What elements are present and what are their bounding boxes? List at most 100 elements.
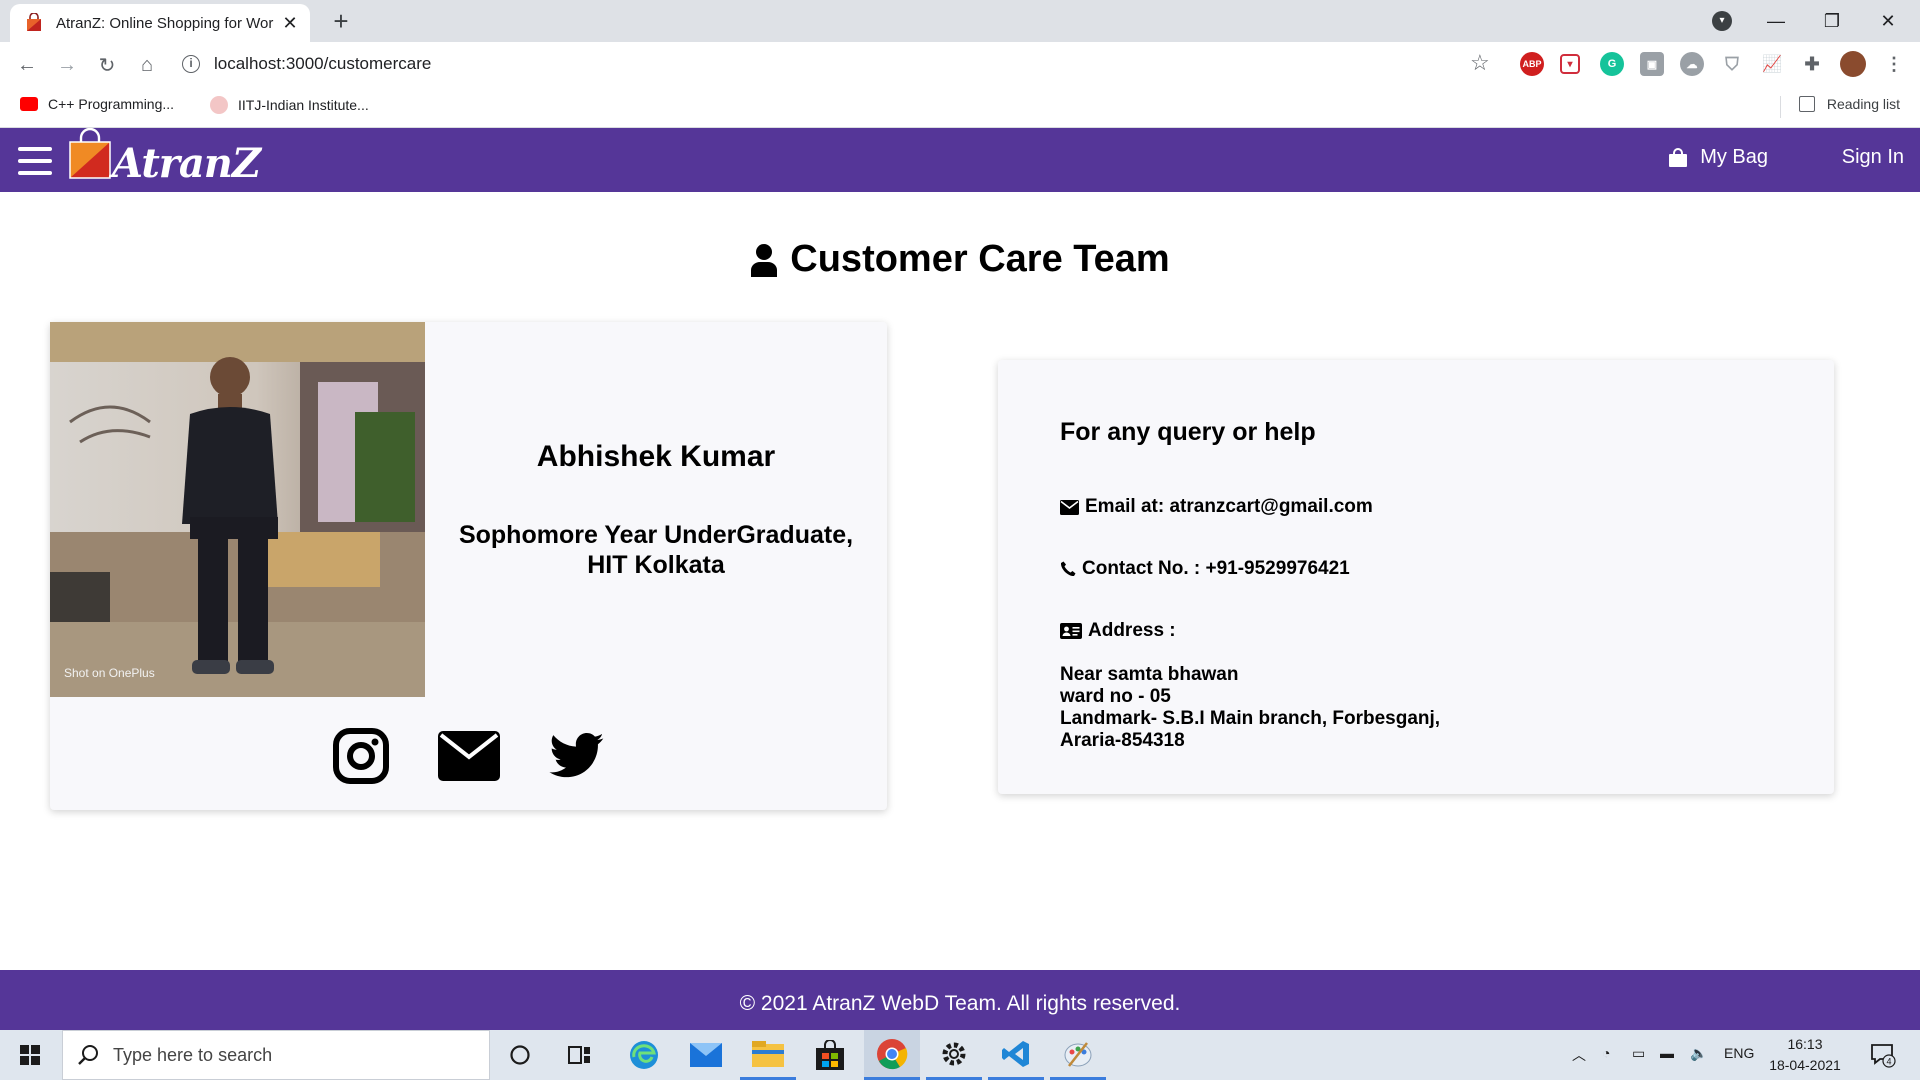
address-line: ward no - 05 xyxy=(1060,686,1171,707)
page-title: Customer Care Team xyxy=(0,238,1920,281)
shopping-bag-logo-icon[interactable] xyxy=(68,128,112,180)
extension-icon[interactable]: ▣ xyxy=(1640,52,1664,76)
back-arrow-icon[interactable]: ← xyxy=(12,50,42,80)
reading-list-label: Reading list xyxy=(1826,96,1900,112)
browser-tab[interactable]: AtranZ: Online Shopping for Wor ✕ xyxy=(10,4,310,42)
url-text[interactable]: localhost:3000/customercare xyxy=(214,54,431,74)
bag-icon xyxy=(1669,147,1688,167)
chart-icon[interactable]: 📈 xyxy=(1760,52,1784,76)
bookmark-label: IITJ-Indian Institute... xyxy=(238,97,369,113)
shield-icon[interactable]: ⛉ xyxy=(1720,52,1744,76)
reading-list-button[interactable]: Reading list xyxy=(1798,96,1900,112)
show-hidden-icons-icon[interactable]: ︿ xyxy=(1572,1045,1586,1065)
sign-in-link[interactable]: Sign In xyxy=(1842,146,1904,169)
windows-taskbar: Type here to search ︿ ◔ ▭ ▬ 🔈 ENG 16:13 … xyxy=(0,1030,1920,1080)
phone-line: Contact No. : +91-9529976421 xyxy=(1060,558,1350,580)
notification-center-icon[interactable]: 4 xyxy=(1870,1042,1896,1071)
abp-icon[interactable]: ABP xyxy=(1520,52,1544,76)
taskbar-search-box[interactable]: Type here to search xyxy=(62,1030,490,1080)
member-role-line: Sophomore Year UnderGraduate, xyxy=(458,521,854,549)
clock-time: 16:13 xyxy=(1787,1036,1823,1052)
paint-app-icon[interactable] xyxy=(1050,1030,1106,1080)
address-line: Near samta bhawan xyxy=(1060,664,1239,685)
clock-date: 18-04-2021 xyxy=(1769,1057,1841,1073)
contact-heading: For any query or help xyxy=(1060,418,1316,446)
site-info-icon[interactable]: i xyxy=(182,55,200,73)
address-label: Address : xyxy=(1088,620,1176,641)
address-line: Landmark- S.B.I Main branch, Forbesganj, xyxy=(1060,708,1441,729)
search-icon xyxy=(78,1045,98,1065)
grammarly-icon[interactable]: G xyxy=(1600,52,1624,76)
cloud-icon[interactable]: ☁ xyxy=(1680,52,1704,76)
my-bag-button[interactable]: My Bag xyxy=(1668,146,1768,169)
store-icon[interactable] xyxy=(802,1030,858,1080)
phone-icon xyxy=(1060,561,1076,577)
member-institute-line: HIT Kolkata xyxy=(587,551,725,579)
avatar[interactable] xyxy=(1840,51,1866,77)
forward-arrow-icon[interactable]: → xyxy=(52,50,82,80)
network-wifi-icon[interactable]: ◔ xyxy=(1602,1045,1610,1061)
search-placeholder: Type here to search xyxy=(113,1044,273,1065)
bookmark-iitj[interactable]: IITJ-Indian Institute... xyxy=(210,96,369,114)
vscode-icon[interactable] xyxy=(988,1030,1044,1080)
member-name: Abhishek Kumar xyxy=(536,440,776,473)
cortana-icon[interactable] xyxy=(492,1030,548,1080)
close-window-button[interactable]: ✕ xyxy=(1860,0,1916,42)
puzzle-icon[interactable]: ✚ xyxy=(1800,52,1824,76)
pocket-icon[interactable]: ▾ xyxy=(1560,54,1580,74)
language-indicator[interactable]: ENG xyxy=(1724,1045,1754,1061)
social-links xyxy=(50,728,887,784)
more-menu-icon[interactable]: ⋮ xyxy=(1882,52,1906,76)
minimize-button[interactable]: — xyxy=(1748,0,1804,42)
omnibox[interactable]: i localhost:3000/customercare xyxy=(182,50,431,78)
phone-text: Contact No. : +91-9529976421 xyxy=(1082,558,1350,579)
photo-watermark: Shot on OnePlus xyxy=(64,666,155,680)
twitter-icon[interactable] xyxy=(546,728,608,784)
email-icon[interactable] xyxy=(437,728,500,784)
member-photo: Shot on OnePlus xyxy=(50,322,425,697)
mail-icon[interactable] xyxy=(678,1030,734,1080)
address-label-line: Address : xyxy=(1060,620,1176,642)
system-clock[interactable]: 16:13 18-04-2021 xyxy=(1760,1034,1850,1076)
shopping-bag-favicon-icon xyxy=(27,13,41,31)
file-explorer-icon[interactable] xyxy=(740,1030,796,1080)
address-line: Araria-854318 xyxy=(1060,730,1185,751)
bookmark-star-icon[interactable]: ☆ xyxy=(1470,50,1490,76)
tab-search-icon[interactable]: ▾ xyxy=(1712,11,1732,31)
brand-logo-text[interactable]: AtranZ xyxy=(112,140,261,187)
home-icon[interactable]: ⌂ xyxy=(132,50,162,80)
iitj-logo-icon xyxy=(210,96,228,114)
tab-title: AtranZ: Online Shopping for Wor xyxy=(56,14,274,32)
windows-start-icon[interactable] xyxy=(20,1045,40,1065)
reload-icon[interactable]: ↻ xyxy=(92,50,122,80)
email-line: Email at: atranzcart@gmail.com xyxy=(1060,496,1373,518)
bookmark-cpp[interactable]: C++ Programming... xyxy=(20,96,174,112)
settings-gear-icon[interactable] xyxy=(926,1030,982,1080)
instagram-icon[interactable] xyxy=(330,728,392,784)
email-text[interactable]: Email at: atranzcart@gmail.com xyxy=(1085,496,1373,518)
onedrive-icon[interactable]: ▭ xyxy=(1632,1045,1645,1062)
reading-list-icon xyxy=(1798,96,1815,112)
contact-card: For any query or help Email at: atranzca… xyxy=(998,360,1834,794)
team-member-card: Shot on OnePlus Abhishek Kumar Sophomore… xyxy=(50,322,887,810)
battery-icon[interactable]: ▬ xyxy=(1660,1045,1674,1061)
bookmark-divider xyxy=(1780,96,1781,118)
bookmark-label: C++ Programming... xyxy=(48,96,175,112)
address-block: Near samta bhawan ward no - 05 Landmark-… xyxy=(1060,664,1440,752)
notification-count: 4 xyxy=(1886,1057,1891,1067)
youtube-icon xyxy=(20,97,38,111)
volume-icon[interactable]: 🔈 xyxy=(1690,1045,1707,1062)
user-icon xyxy=(751,243,778,277)
browser-tab-strip: AtranZ: Online Shopping for Wor ✕ + ▾ — … xyxy=(0,0,1920,42)
task-view-icon[interactable] xyxy=(552,1030,608,1080)
bookmarks-bar: C++ Programming... IITJ-Indian Institute… xyxy=(0,88,1920,128)
chrome-icon[interactable] xyxy=(864,1030,920,1080)
edge-browser-icon[interactable] xyxy=(616,1030,672,1080)
envelope-icon xyxy=(1060,499,1079,515)
page-footer: © 2021 AtranZ WebD Team. All rights rese… xyxy=(0,970,1920,1030)
hamburger-menu-icon[interactable] xyxy=(18,147,52,175)
tab-close-icon[interactable]: ✕ xyxy=(280,13,300,34)
member-role: Sophomore Year UnderGraduate, HIT Kolkat… xyxy=(425,520,887,580)
restore-button[interactable]: ❐ xyxy=(1804,0,1860,42)
new-tab-button[interactable]: + xyxy=(326,6,356,36)
